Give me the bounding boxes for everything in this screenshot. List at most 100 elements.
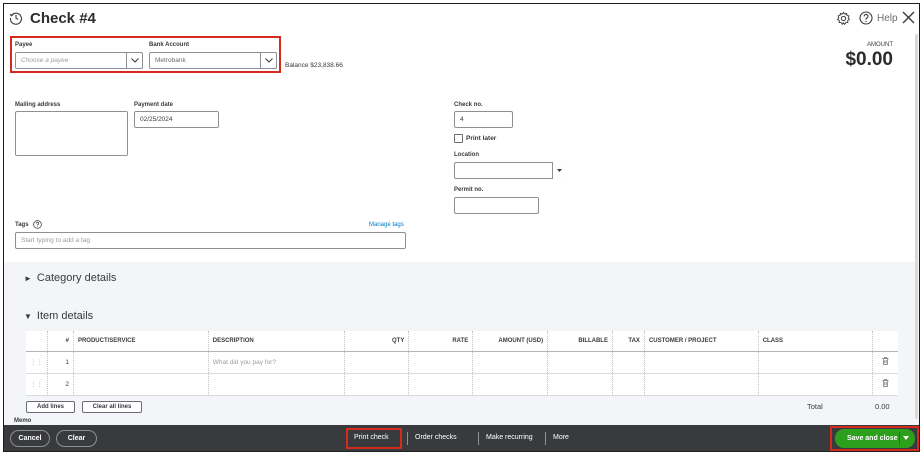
category-details-toggle[interactable]: ► Category details xyxy=(24,272,116,284)
item-details-title: Item details xyxy=(36,310,94,322)
add-lines-button[interactable]: Add lines xyxy=(26,401,75,413)
save-and-close-button[interactable]: Save and close xyxy=(835,429,915,448)
more-button[interactable]: More xyxy=(553,434,569,441)
check-no-value: 4 xyxy=(460,116,464,123)
trash-icon[interactable] xyxy=(872,351,898,374)
amount-cell[interactable] xyxy=(472,373,548,396)
tags-label: Tags xyxy=(15,222,29,228)
vertical-scrollbar[interactable] xyxy=(915,34,918,419)
bank-account-dropdown-button[interactable] xyxy=(260,52,277,69)
customer-project-cell[interactable] xyxy=(643,351,759,374)
caret-down-icon: ▼ xyxy=(24,312,32,321)
class-cell[interactable] xyxy=(757,373,873,396)
column-header-billable: BILLABLE xyxy=(547,331,613,352)
save-and-close-label: Save and close xyxy=(847,435,898,442)
customer-project-cell[interactable] xyxy=(643,373,759,396)
bank-account-select[interactable]: Metrobank xyxy=(149,52,277,69)
description-cell[interactable] xyxy=(207,373,345,396)
tags-info-icon[interactable] xyxy=(33,220,42,229)
table-row[interactable]: ⋮⋮ 2 xyxy=(26,373,898,396)
product-service-cell[interactable] xyxy=(72,351,209,374)
table-row[interactable]: ⋮⋮ 1 What did you pay for? xyxy=(26,351,898,374)
clear-button[interactable]: Clear xyxy=(56,430,97,447)
column-header-product-service: PRODUCT/SERVICE xyxy=(72,331,209,352)
item-details-toggle[interactable]: ▼ Item details xyxy=(24,310,93,322)
total-value: 0.00 xyxy=(875,402,890,411)
billable-cell[interactable] xyxy=(547,373,613,396)
location-dropdown-button[interactable] xyxy=(552,162,565,179)
tax-cell[interactable] xyxy=(611,373,645,396)
page-title: Check #4 xyxy=(30,10,96,27)
billable-cell[interactable] xyxy=(547,351,613,374)
payment-date-value: 02/25/2024 xyxy=(140,116,173,123)
permit-no-label: Permit no. xyxy=(454,187,484,193)
footer-action-bar: Cancel Clear Print check Order checks Ma… xyxy=(4,425,919,451)
print-check-button[interactable]: Print check xyxy=(354,434,389,441)
column-header-qty: QTY xyxy=(344,331,409,352)
check-form-window: Check #4 Help Payee Choose a payee Bank … xyxy=(3,3,920,452)
table-header-row: # PRODUCT/SERVICE DESCRIPTION QTY RATE A… xyxy=(26,331,898,352)
cancel-button[interactable]: Cancel xyxy=(10,430,50,447)
drag-handle-icon[interactable]: ⋮⋮ xyxy=(26,351,48,374)
caret-down-icon[interactable] xyxy=(903,436,909,440)
caret-down-icon xyxy=(556,169,562,172)
location-label: Location xyxy=(454,152,479,158)
column-header-num: # xyxy=(47,331,74,352)
drag-handle-icon[interactable]: ⋮⋮ xyxy=(26,373,48,396)
row-number: 2 xyxy=(47,373,74,396)
tax-cell[interactable] xyxy=(611,351,645,374)
column-header-amount: AMOUNT (USD) xyxy=(472,331,548,352)
memo-label: Memo xyxy=(14,418,32,424)
amount-cell[interactable] xyxy=(472,351,548,374)
column-header-tax: TAX xyxy=(611,331,645,352)
check-no-input[interactable]: 4 xyxy=(454,111,513,128)
description-cell[interactable]: What did you pay for? xyxy=(207,351,345,374)
history-icon[interactable] xyxy=(9,11,23,25)
print-later-checkbox[interactable] xyxy=(454,134,463,143)
column-header-customer-project: CUSTOMER / PROJECT xyxy=(643,331,759,352)
delete-column-header xyxy=(872,331,898,352)
payee-label: Payee xyxy=(15,42,33,48)
category-details-title: Category details xyxy=(36,272,117,284)
permit-no-input[interactable] xyxy=(454,197,539,214)
total-label: Total xyxy=(807,402,823,411)
mailing-address-input[interactable] xyxy=(15,111,128,156)
close-icon[interactable] xyxy=(901,10,916,25)
help-label[interactable]: Help xyxy=(877,13,898,24)
amount-value: $0.00 xyxy=(845,49,893,70)
check-no-label: Check no. xyxy=(454,102,483,108)
make-recurring-button[interactable]: Make recurring xyxy=(486,434,533,441)
divider xyxy=(407,432,408,445)
payee-select[interactable]: Choose a payee xyxy=(15,52,143,69)
gear-icon[interactable] xyxy=(836,11,851,26)
product-service-cell[interactable] xyxy=(72,373,209,396)
row-number: 1 xyxy=(47,351,74,374)
divider xyxy=(478,432,479,445)
header: Check #4 Help xyxy=(4,4,919,34)
qty-cell[interactable] xyxy=(344,373,409,396)
tags-input[interactable]: Start typing to add a tag xyxy=(15,232,406,249)
payee-dropdown-button[interactable] xyxy=(126,52,143,69)
item-details-table: # PRODUCT/SERVICE DESCRIPTION QTY RATE A… xyxy=(26,331,898,396)
payment-date-label: Payment date xyxy=(134,102,174,108)
chevron-down-icon xyxy=(130,58,139,63)
help-icon[interactable] xyxy=(859,11,873,25)
class-cell[interactable] xyxy=(757,351,873,374)
caret-right-icon: ► xyxy=(24,274,32,283)
clear-all-lines-button[interactable]: Clear all lines xyxy=(82,401,142,413)
column-header-description: DESCRIPTION xyxy=(207,331,345,352)
tags-placeholder: Start typing to add a tag xyxy=(21,237,91,244)
drag-column-header xyxy=(26,331,48,352)
rate-cell[interactable] xyxy=(408,351,473,374)
rate-cell[interactable] xyxy=(408,373,473,396)
divider xyxy=(899,432,900,445)
bank-balance: Balance $23,838.66 xyxy=(285,62,343,69)
mailing-address-label: Mailing address xyxy=(15,102,61,108)
manage-tags-link[interactable]: Manage tags xyxy=(369,222,404,228)
payment-date-input[interactable]: 02/25/2024 xyxy=(134,111,219,128)
order-checks-button[interactable]: Order checks xyxy=(415,434,457,441)
location-select[interactable] xyxy=(454,162,565,179)
trash-icon[interactable] xyxy=(872,373,898,396)
qty-cell[interactable] xyxy=(344,351,409,374)
print-later-label[interactable]: Print later xyxy=(466,135,496,142)
